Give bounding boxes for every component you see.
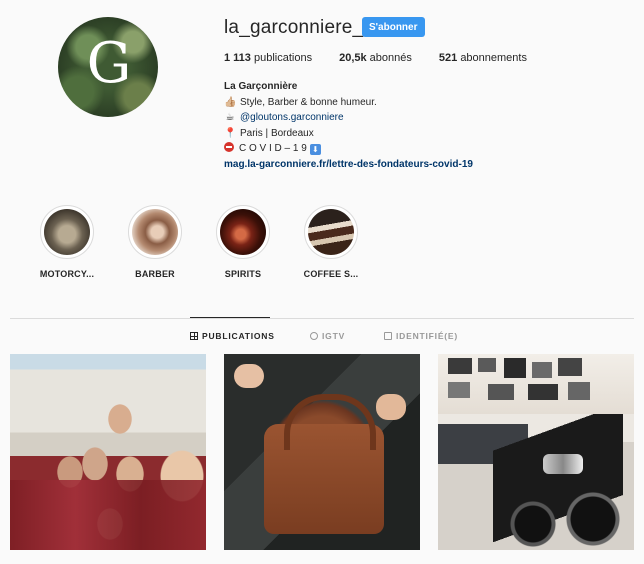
highlight-barber[interactable]: BARBER (115, 205, 195, 279)
bio-line-4-text: C O V I D – 1 9 (239, 143, 307, 154)
profile-avatar[interactable]: G (58, 17, 158, 117)
bio-mention-link[interactable]: @gloutons.garconniere (240, 112, 344, 123)
no-entry-icon (224, 142, 234, 152)
bio-name: La Garçonnière (224, 81, 298, 92)
highlight-label: COFFEE S... (303, 269, 359, 279)
bio-line-3: 📍 Paris | Bordeaux (224, 126, 473, 142)
hand (376, 394, 406, 420)
tab-publications[interactable]: PUBLICATIONS (190, 331, 275, 341)
profile-username: la_garconniere_ (224, 17, 364, 38)
post-thumbnail-motorcycle[interactable] (438, 354, 634, 550)
profile-stats: 1 113 publications 20,5k abonnés 521 abo… (224, 52, 554, 64)
tab-label: PUBLICATIONS (202, 331, 275, 341)
grid-icon (190, 332, 198, 340)
stat-followers-label: abonnés (369, 52, 412, 64)
highlight-ring (40, 205, 94, 259)
tab-label: IDENTIFIÉ(E) (396, 331, 459, 341)
avatar-logo-letter: G (86, 31, 132, 96)
tabs-divider (10, 318, 634, 319)
highlight-label: SPIRITS (224, 269, 262, 279)
bio-line-3-text: Paris | Bordeaux (240, 127, 314, 139)
bio-line-2: ☕ @gloutons.garconniere (224, 110, 473, 126)
down-arrow-icon: ⬇ (309, 144, 321, 155)
tab-label: IGTV (322, 331, 346, 341)
stat-following-label: abonnements (460, 52, 527, 64)
profile-bio: La Garçonnière 👍🏼 Style, Barber & bonne h… (224, 79, 473, 172)
post-thumbnail-group-photo[interactable] (10, 354, 206, 550)
highlight-motorcycles[interactable]: MOTORCY... (27, 205, 107, 279)
post-thumbnail-leather-bag[interactable] (224, 354, 420, 550)
pin-icon: 📍 (224, 127, 237, 139)
bag-handle (284, 394, 376, 450)
coffee-cake-thumbnail (308, 209, 354, 255)
motorcycle-chrome (543, 454, 583, 474)
bio-line-4: C O V I D – 1 9 ⬇ (224, 141, 473, 157)
bio-line-1: 👍🏼 Style, Barber & bonne humeur. (224, 95, 473, 111)
highlight-ring (304, 205, 358, 259)
igtv-icon (310, 332, 318, 340)
stat-publications-label: publications (253, 52, 313, 64)
barber-thumbnail (132, 209, 178, 255)
bio-external-link[interactable]: mag.la-garconniere.fr/lettre-des-fondate… (224, 159, 473, 170)
motorcycle-thumbnail (44, 209, 90, 255)
hand (234, 364, 264, 388)
stat-following[interactable]: 521 abonnements (439, 52, 527, 64)
spirits-thumbnail (220, 209, 266, 255)
wall-frames (448, 358, 618, 402)
coffee-icon: ☕ (225, 112, 235, 123)
tab-tagged[interactable]: IDENTIFIÉ(E) (384, 331, 458, 341)
bio-line-1-text: Style, Barber & bonne humeur. (240, 96, 377, 108)
follow-button[interactable]: S'abonner (362, 17, 425, 37)
highlight-ring (128, 205, 182, 259)
thumbs-up-icon: 👍🏼 (224, 96, 237, 108)
stat-following-count: 521 (438, 52, 458, 64)
tab-igtv[interactable]: IGTV (310, 331, 345, 341)
tagged-icon (384, 332, 392, 340)
highlight-label: MOTORCY... (39, 269, 95, 279)
stat-followers-count: 20,5k (339, 52, 367, 64)
highlight-label: BARBER (135, 269, 175, 279)
stat-followers[interactable]: 20,5k abonnés (339, 52, 412, 64)
stat-publications-count: 1 113 (224, 52, 251, 64)
highlight-coffee[interactable]: COFFEE S... (291, 205, 371, 279)
highlight-ring (216, 205, 270, 259)
motorcycle (493, 414, 623, 550)
highlight-spirits[interactable]: SPIRITS (203, 205, 283, 279)
active-tab-indicator (190, 317, 270, 318)
stat-publications: 1 113 publications (224, 52, 312, 64)
group-photo-shirts (10, 480, 206, 550)
